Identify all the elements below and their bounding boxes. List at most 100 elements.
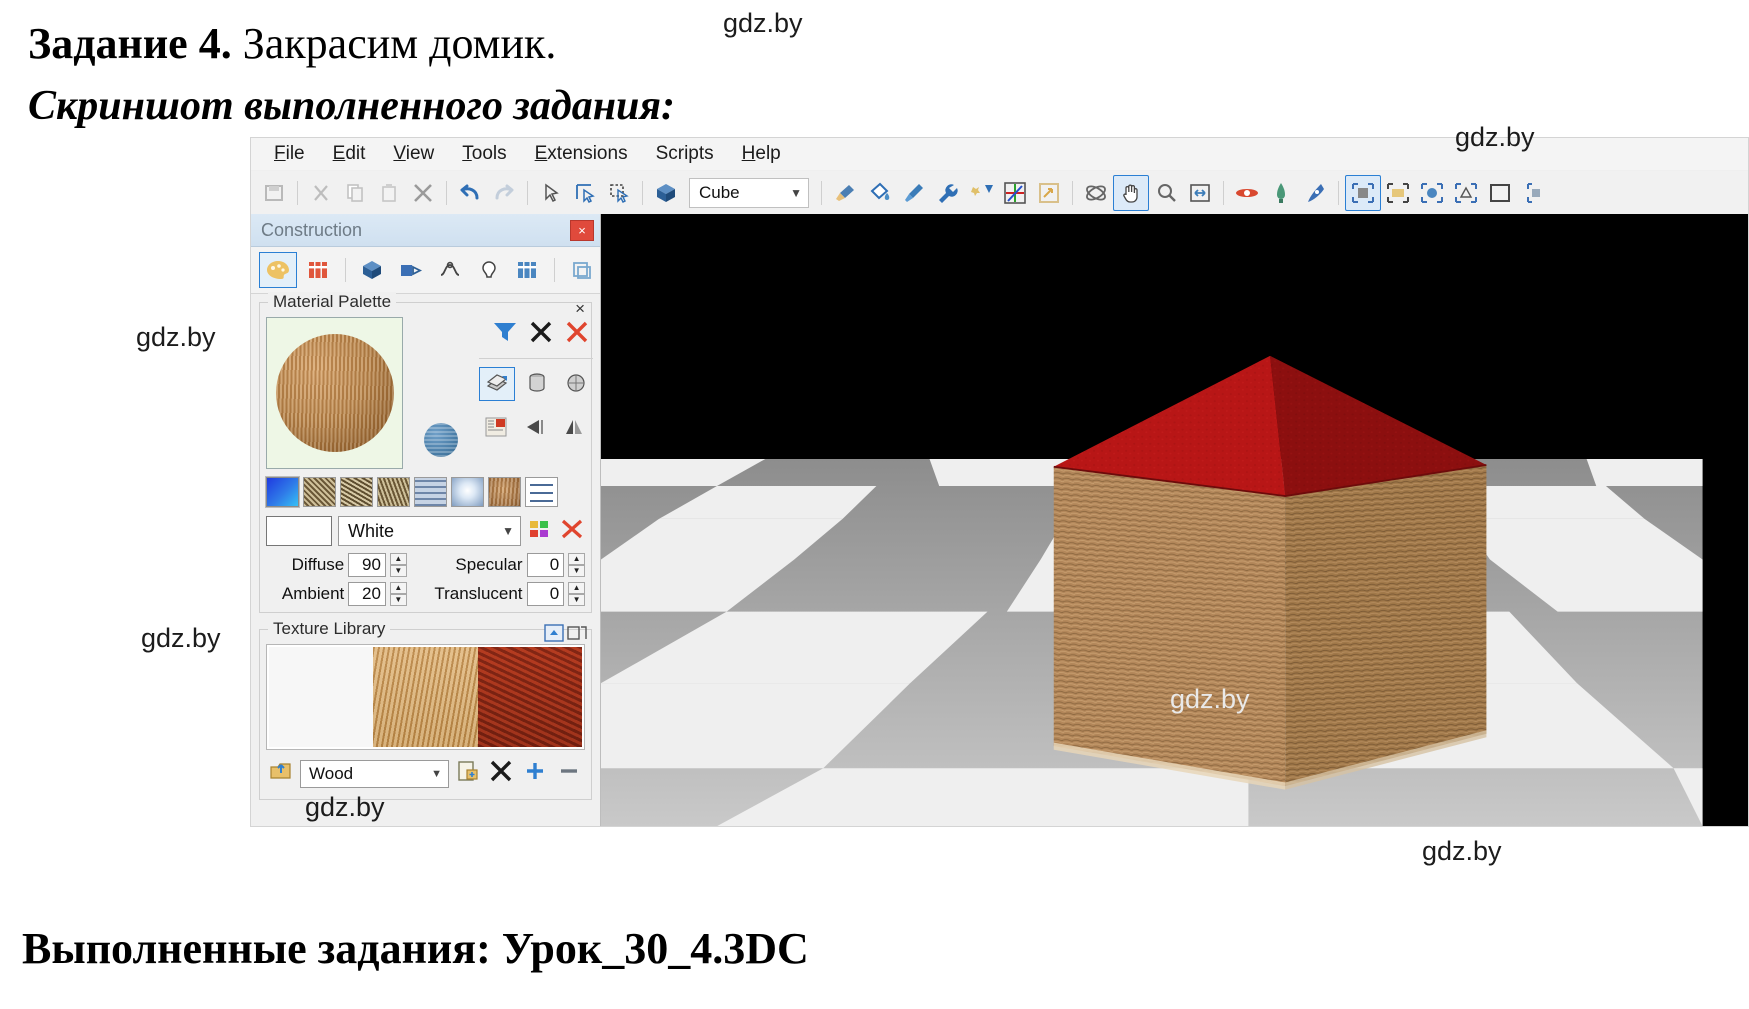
light-tab[interactable] bbox=[471, 253, 507, 287]
paste-icon[interactable] bbox=[372, 176, 406, 210]
texture-channel[interactable] bbox=[488, 477, 521, 507]
library-tab[interactable] bbox=[510, 253, 546, 287]
color-swatch-icon[interactable] bbox=[527, 517, 553, 546]
collapse-icon[interactable] bbox=[544, 624, 564, 647]
undo-icon[interactable] bbox=[453, 176, 487, 210]
3d-viewport[interactable] bbox=[601, 214, 1748, 826]
watermark: gdz.by bbox=[136, 322, 216, 352]
watermark: gdz.by bbox=[1422, 836, 1502, 866]
texture-swatch-wood[interactable] bbox=[373, 647, 478, 747]
cube-primitive-icon[interactable] bbox=[649, 176, 683, 210]
texture-swatch-white[interactable] bbox=[269, 647, 374, 747]
color-channel[interactable] bbox=[265, 476, 300, 508]
clear-color-icon[interactable] bbox=[559, 517, 585, 546]
close-icon[interactable]: × bbox=[570, 219, 594, 241]
specular-label: Specular bbox=[455, 555, 523, 574]
cut-icon[interactable] bbox=[304, 176, 338, 210]
mirror-icon[interactable] bbox=[557, 411, 591, 443]
save-icon[interactable] bbox=[257, 176, 291, 210]
delete-material-icon[interactable] bbox=[563, 319, 591, 350]
delete-icon[interactable] bbox=[406, 176, 440, 210]
texture-map-icon[interactable] bbox=[479, 411, 513, 443]
render-box-icon[interactable] bbox=[1483, 176, 1517, 210]
menu-item-scripts[interactable]: Scripts bbox=[643, 140, 727, 168]
import-texture-icon[interactable] bbox=[268, 759, 294, 788]
select-arrow-icon[interactable] bbox=[534, 176, 568, 210]
menu-item-edit[interactable]: Edit bbox=[320, 140, 379, 168]
paint-bucket-icon[interactable] bbox=[862, 176, 896, 210]
render-region-icon[interactable] bbox=[1345, 174, 1381, 211]
texture-swatch-brick[interactable] bbox=[477, 647, 582, 747]
geometry-tab[interactable] bbox=[355, 253, 391, 287]
menu-item-view[interactable]: View bbox=[380, 140, 447, 168]
diffuse-input[interactable]: 90 bbox=[348, 553, 386, 577]
select-region-icon[interactable] bbox=[602, 176, 636, 210]
orbit-icon[interactable] bbox=[1079, 176, 1113, 210]
bump-channel[interactable] bbox=[303, 477, 336, 507]
list-channel[interactable] bbox=[525, 477, 558, 507]
copy-icon[interactable] bbox=[338, 176, 372, 210]
extrude-tab[interactable] bbox=[393, 253, 429, 287]
application-window: File Edit View Tools Extensions Scripts … bbox=[250, 137, 1749, 827]
select-box-icon[interactable] bbox=[568, 176, 602, 210]
flip-horizontal-icon[interactable] bbox=[518, 411, 552, 443]
render-more-icon[interactable] bbox=[1517, 176, 1551, 210]
render-globe-icon[interactable] bbox=[1415, 176, 1449, 210]
pan-hand-icon[interactable] bbox=[1113, 174, 1149, 211]
zoom-icon[interactable] bbox=[1149, 176, 1183, 210]
diffuse-stepper[interactable]: ▲ ▼ bbox=[389, 553, 407, 577]
redo-icon[interactable] bbox=[487, 176, 521, 210]
gloss-channel[interactable] bbox=[377, 477, 410, 507]
detach-icon[interactable] bbox=[567, 624, 587, 647]
delete-texture-icon[interactable] bbox=[487, 758, 515, 789]
ambient-stepper[interactable]: ▲ ▼ bbox=[389, 582, 407, 606]
light-icon[interactable] bbox=[1264, 176, 1298, 210]
fit-view-icon[interactable] bbox=[1183, 176, 1217, 210]
menu-item-file[interactable]: File bbox=[261, 140, 318, 168]
close-icon[interactable]: × bbox=[575, 299, 585, 319]
magic-wand-icon[interactable] bbox=[964, 176, 998, 210]
color-select[interactable]: White ▼ bbox=[338, 516, 521, 546]
render-frame-icon[interactable] bbox=[1381, 176, 1415, 210]
toolbar-separator bbox=[1072, 180, 1073, 205]
remove-material-icon[interactable] bbox=[527, 319, 555, 350]
axis-gizmo-icon[interactable] bbox=[998, 176, 1032, 210]
eyedropper-icon[interactable] bbox=[896, 176, 930, 210]
new-texture-icon[interactable] bbox=[455, 759, 481, 788]
texture-library-tab[interactable] bbox=[300, 253, 336, 287]
remove-icon[interactable] bbox=[555, 758, 583, 789]
glow-channel[interactable] bbox=[451, 477, 484, 507]
eye-view-icon[interactable] bbox=[1230, 176, 1264, 210]
paint-brush-icon[interactable] bbox=[828, 176, 862, 210]
add-icon[interactable] bbox=[521, 758, 549, 789]
material-properties: Diffuse 90 ▲ ▼ Specular 0 ▲ ▼ Ambient 20 ▲… bbox=[266, 553, 585, 606]
wrench-icon[interactable] bbox=[930, 176, 964, 210]
pen-icon[interactable] bbox=[1298, 176, 1332, 210]
specular-input[interactable]: 0 bbox=[526, 553, 565, 577]
menu-item-help[interactable]: Help bbox=[729, 140, 794, 168]
color-swatch[interactable] bbox=[266, 516, 332, 546]
material-palette-tab[interactable] bbox=[259, 252, 297, 288]
primitive-select[interactable]: Cube ▼ bbox=[689, 177, 809, 208]
menu-item-extensions[interactable]: Extensions bbox=[522, 140, 641, 168]
reflect-icon[interactable] bbox=[1032, 176, 1066, 210]
texture-swatch-list[interactable] bbox=[266, 644, 585, 750]
texture-stack-icon[interactable] bbox=[479, 367, 515, 401]
translucent-input[interactable]: 0 bbox=[526, 582, 565, 606]
menu-item-tools[interactable]: Tools bbox=[449, 140, 519, 168]
cylinder-shade-icon[interactable] bbox=[520, 367, 554, 399]
specular-stepper[interactable]: ▲ ▼ bbox=[568, 553, 585, 577]
ambient-input[interactable]: 20 bbox=[348, 582, 386, 606]
texture-library-select[interactable]: Wood ▼ bbox=[300, 759, 449, 788]
render-net-icon[interactable] bbox=[1449, 176, 1483, 210]
layers-tab[interactable] bbox=[564, 253, 600, 287]
translucent-stepper[interactable]: ▲ ▼ bbox=[568, 582, 585, 606]
secondary-material-swatch[interactable] bbox=[424, 423, 458, 457]
lathe-tab[interactable] bbox=[432, 253, 468, 287]
specular-channel[interactable] bbox=[340, 477, 373, 507]
material-preview[interactable] bbox=[266, 317, 403, 469]
filter-icon[interactable] bbox=[491, 319, 519, 350]
grid-channel[interactable] bbox=[414, 477, 447, 507]
sphere-shade-icon[interactable] bbox=[559, 367, 593, 399]
color-select-value: White bbox=[348, 520, 395, 541]
